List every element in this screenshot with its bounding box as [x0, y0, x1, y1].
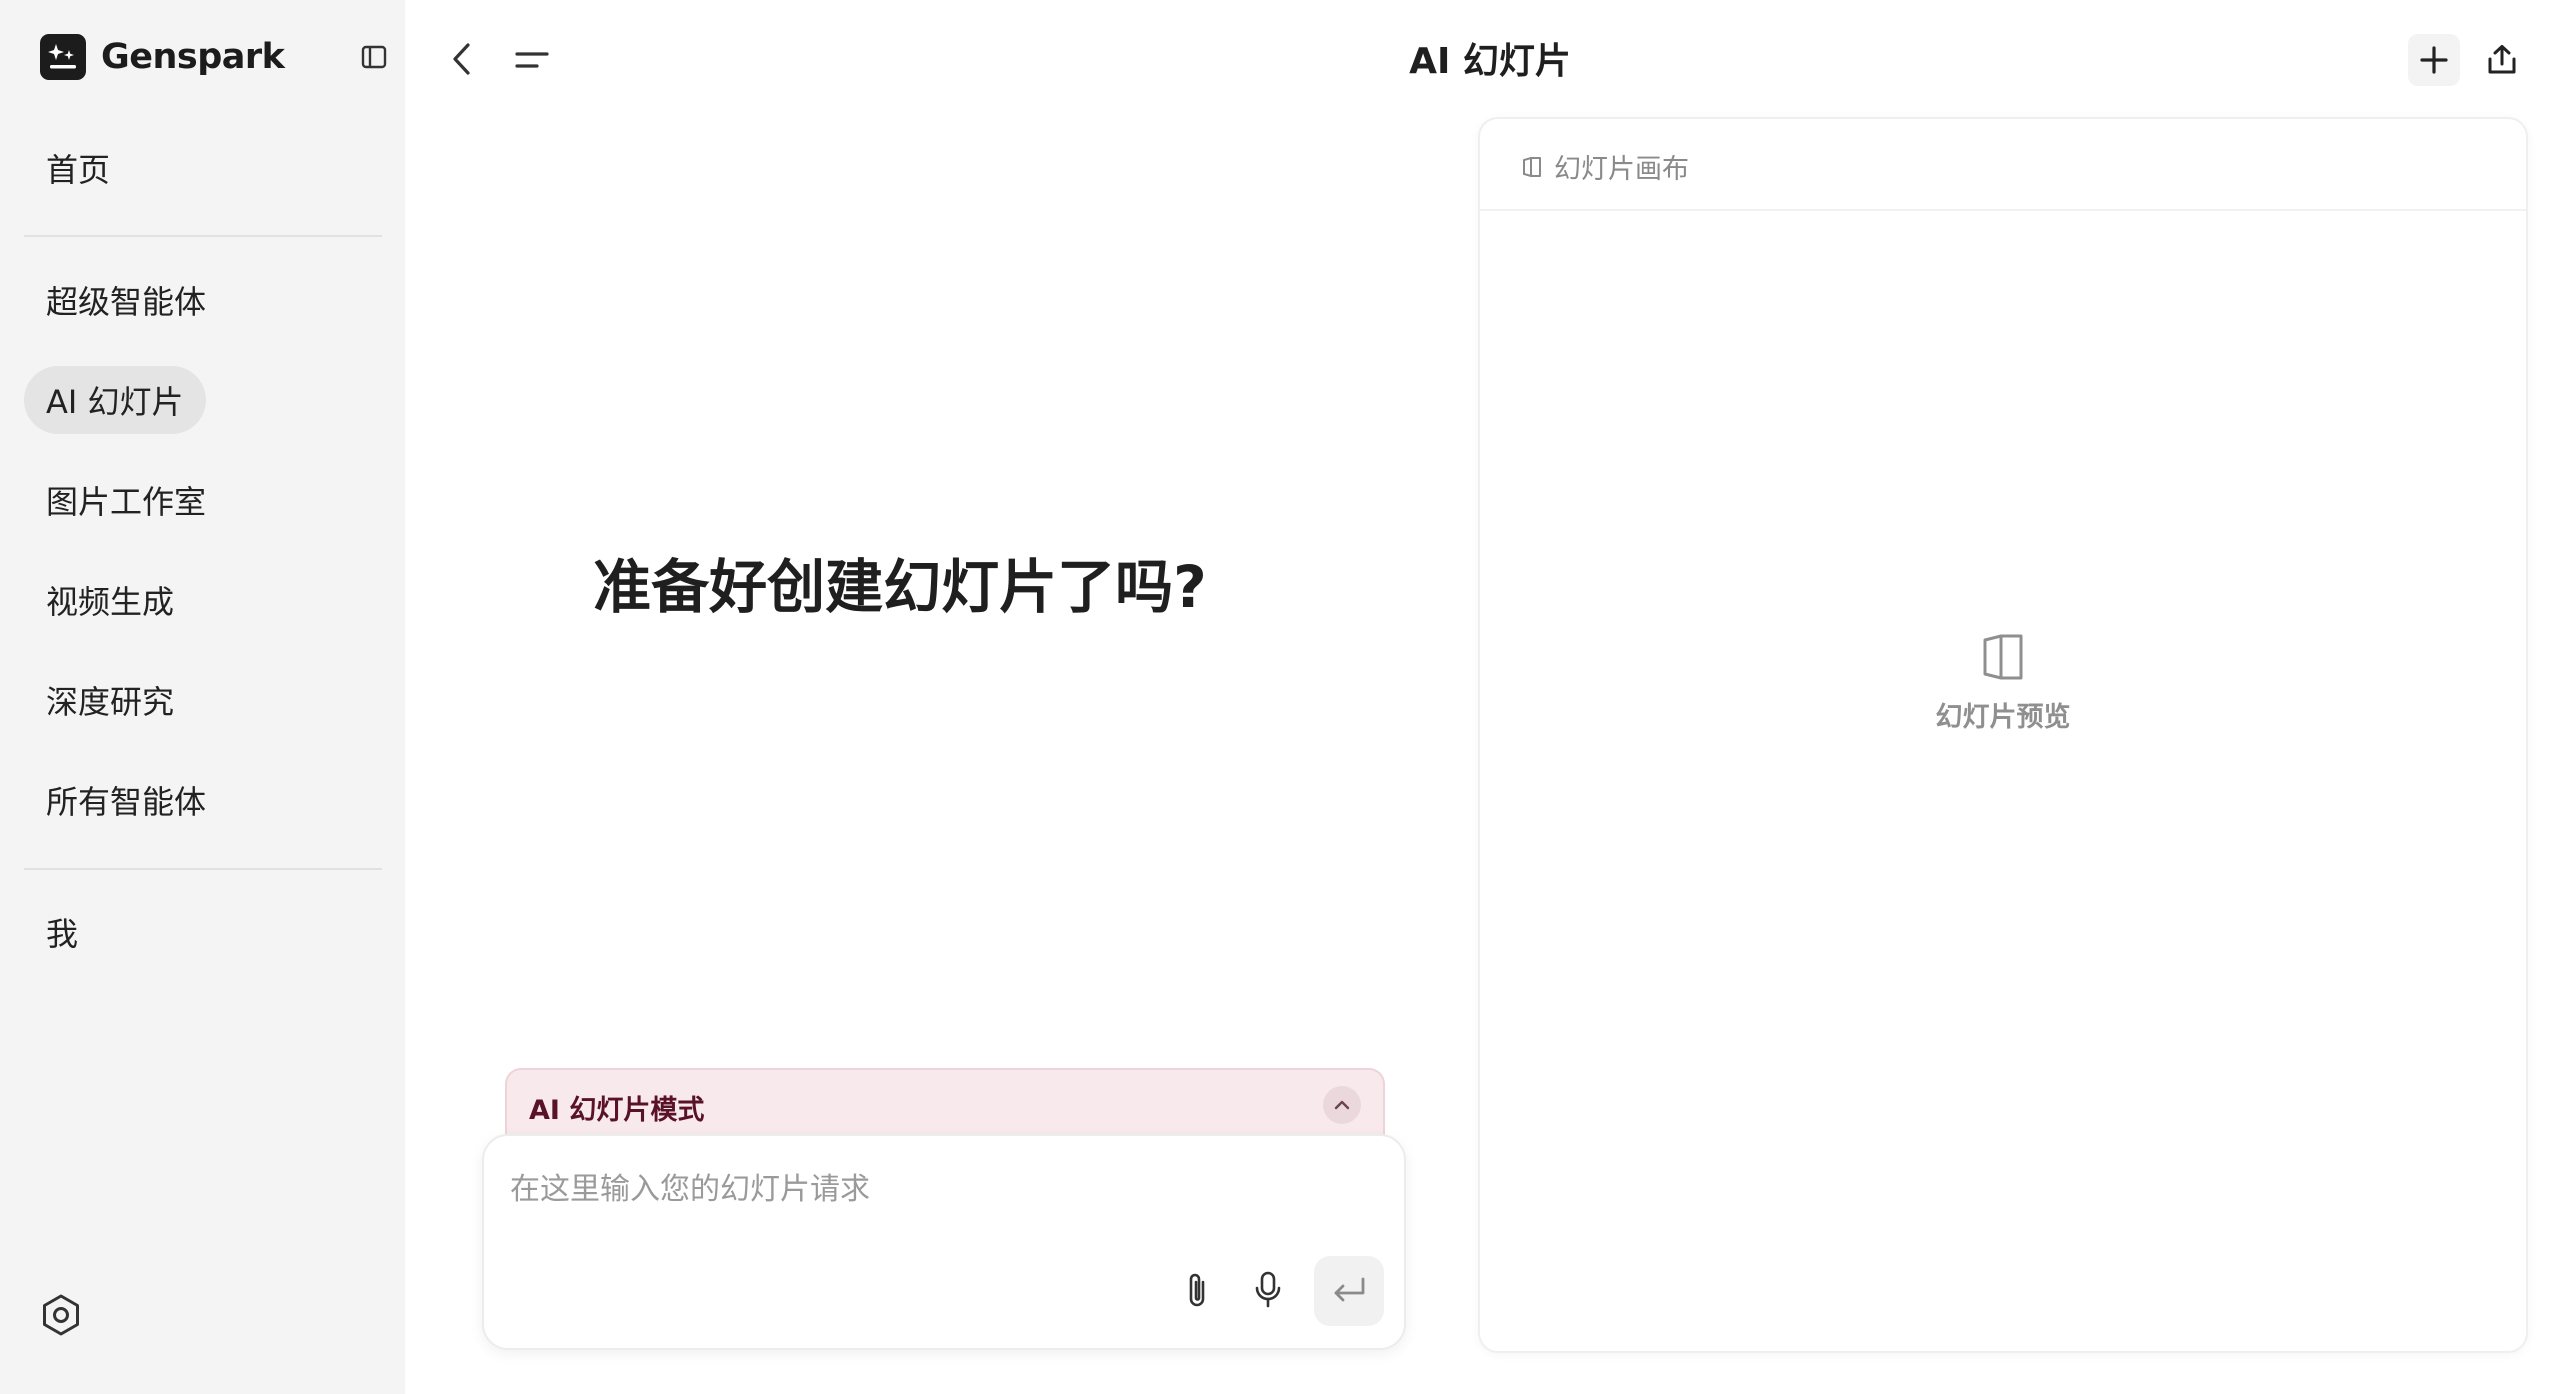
- sidebar-item-deep-research[interactable]: 深度研究: [24, 666, 196, 734]
- sidebar-item-image-studio[interactable]: 图片工作室: [24, 466, 228, 534]
- settings-icon: [43, 1294, 79, 1336]
- back-icon: [453, 43, 470, 75]
- sidebar-item-video-generation[interactable]: 视频生成: [24, 566, 196, 634]
- slides-preview-icon: [1973, 627, 2033, 687]
- share-button[interactable]: [2476, 34, 2528, 86]
- sidebar-toggle-icon: [361, 45, 387, 69]
- sidebar-item-label: 视频生成: [46, 583, 175, 621]
- slides-icon: [1523, 156, 1541, 177]
- sidebar-item-label: 首页: [46, 151, 111, 189]
- mode-banner: AI 幻灯片模式: [505, 1068, 1385, 1144]
- new-button[interactable]: [2408, 34, 2460, 86]
- settings-button[interactable]: [38, 1292, 84, 1338]
- preview-empty-state: 幻灯片预览: [1480, 627, 2526, 734]
- send-button[interactable]: [1314, 1256, 1384, 1326]
- microphone-icon: [1255, 1271, 1281, 1308]
- menu-button[interactable]: [512, 40, 552, 80]
- sidebar-item-label: 超级智能体: [46, 283, 207, 321]
- canvas-tab-label: 幻灯片画布: [1554, 154, 1689, 185]
- sidebar: Genspark 首页 超级智能体 AI 幻灯片 图片工作室 视频生成 深度研究: [0, 0, 405, 1394]
- attach-button[interactable]: [1174, 1266, 1222, 1314]
- sidebar-toggle-button[interactable]: [356, 42, 392, 72]
- plus-icon: [2420, 46, 2448, 74]
- sidebar-item-super-agent[interactable]: 超级智能体: [24, 266, 228, 334]
- sidebar-item-label: 图片工作室: [46, 483, 207, 521]
- app-window: Genspark 首页 超级智能体 AI 幻灯片 图片工作室 视频生成 深度研究: [0, 0, 2558, 1394]
- genspark-logo-icon: [40, 34, 86, 80]
- prompt-composer: [482, 1134, 1406, 1350]
- sidebar-item-label: 深度研究: [46, 683, 175, 721]
- canvas-tab[interactable]: 幻灯片画布: [1520, 147, 1689, 186]
- sidebar-item-label: 所有智能体: [46, 783, 207, 821]
- back-button[interactable]: [444, 38, 480, 80]
- chevron-up-icon: [1334, 1100, 1350, 1110]
- sidebar-divider: [24, 235, 382, 237]
- share-icon: [2488, 45, 2516, 74]
- page-title: AI 幻灯片: [1409, 41, 1571, 82]
- sidebar-item-label: AI 幻灯片: [46, 383, 184, 421]
- mode-label: AI 幻灯片模式: [529, 1095, 705, 1126]
- brand-name: Genspark: [101, 37, 285, 77]
- sidebar-item-label: 我: [46, 915, 79, 953]
- sidebar-item-all-agents[interactable]: 所有智能体: [24, 766, 228, 834]
- sidebar-item-ai-slides[interactable]: AI 幻灯片: [24, 366, 206, 434]
- sidebar-divider: [24, 868, 382, 870]
- canvas-header: 幻灯片画布: [1480, 119, 2526, 211]
- menu-icon: [515, 52, 549, 68]
- slide-canvas-panel: 幻灯片画布 幻灯片预览: [1478, 117, 2528, 1353]
- paperclip-icon: [1189, 1273, 1205, 1307]
- microphone-button[interactable]: [1244, 1266, 1292, 1314]
- prompt-input[interactable]: [510, 1164, 1370, 1214]
- headline: 准备好创建幻灯片了吗?: [593, 553, 1207, 621]
- sidebar-item-me[interactable]: 我: [24, 898, 100, 966]
- enter-icon: [1334, 1277, 1365, 1302]
- brand[interactable]: Genspark: [40, 34, 285, 80]
- preview-label: 幻灯片预览: [1935, 702, 2071, 733]
- mode-collapse-button[interactable]: [1323, 1086, 1361, 1124]
- sidebar-item-home[interactable]: 首页: [24, 134, 132, 202]
